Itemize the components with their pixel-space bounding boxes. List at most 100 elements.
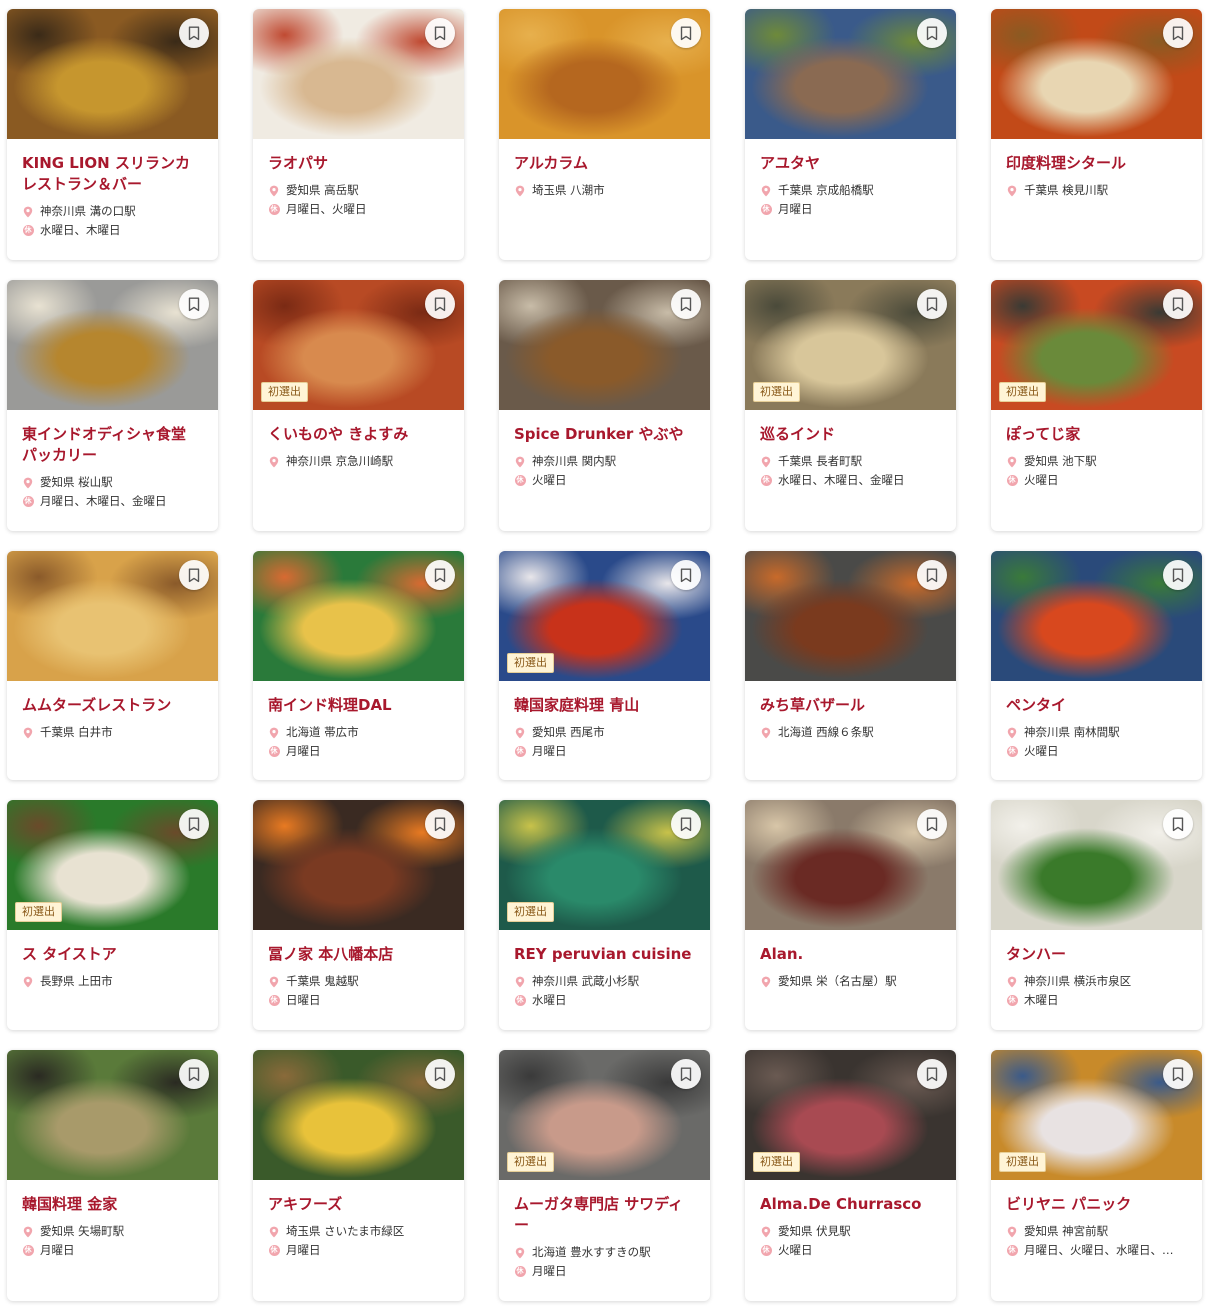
- restaurant-card[interactable]: 初選出 韓国家庭料理 青山 愛知県 西尾市休月曜日: [499, 551, 710, 780]
- bookmark-button[interactable]: [179, 560, 209, 590]
- restaurant-name[interactable]: ラオパサ: [268, 153, 450, 174]
- restaurant-photo[interactable]: 初選出: [745, 280, 956, 410]
- bookmark-button[interactable]: [425, 809, 455, 839]
- restaurant-card[interactable]: Alan. 愛知県 栄（名古屋）駅: [745, 800, 956, 1030]
- bookmark-button[interactable]: [425, 289, 455, 319]
- restaurant-card[interactable]: ペンタイ 神奈川県 南林間駅休火曜日: [991, 551, 1202, 780]
- restaurant-name[interactable]: アキフーズ: [268, 1194, 450, 1215]
- restaurant-card[interactable]: みち草バザール 北海道 西線６条駅: [745, 551, 956, 780]
- restaurant-card[interactable]: 印度料理シタール 千葉県 検見川駅: [991, 9, 1202, 260]
- restaurant-photo[interactable]: [745, 9, 956, 139]
- restaurant-name[interactable]: アユタヤ: [760, 153, 942, 174]
- restaurant-card[interactable]: KING LION スリランカレストラン＆バー 神奈川県 溝の口駅休水曜日、木曜日: [7, 9, 218, 260]
- restaurant-photo[interactable]: [745, 800, 956, 930]
- restaurant-name[interactable]: 東インドオディシャ食堂 パッカリー: [22, 424, 204, 466]
- restaurant-name[interactable]: ぽってじ家: [1006, 424, 1188, 445]
- restaurant-name[interactable]: ペンタイ: [1006, 695, 1188, 716]
- restaurant-photo[interactable]: [7, 280, 218, 410]
- restaurant-name[interactable]: Spice Drunker やぶや: [514, 424, 696, 445]
- restaurant-card[interactable]: 韓国料理 金家 愛知県 矢場町駅休月曜日: [7, 1050, 218, 1301]
- restaurant-card[interactable]: 初選出 ムーガタ専門店 サワディー 北海道 豊水すすきの駅休月曜日: [499, 1050, 710, 1301]
- restaurant-card[interactable]: 南インド料理DAL 北海道 帯広市休月曜日: [253, 551, 464, 780]
- bookmark-button[interactable]: [425, 560, 455, 590]
- restaurant-name[interactable]: みち草バザール: [760, 695, 942, 716]
- restaurant-photo[interactable]: [253, 9, 464, 139]
- restaurant-card[interactable]: 冨ノ家 本八幡本店 千葉県 鬼越駅休日曜日: [253, 800, 464, 1030]
- restaurant-photo[interactable]: 初選出: [499, 551, 710, 681]
- restaurant-photo[interactable]: [745, 551, 956, 681]
- restaurant-photo[interactable]: 初選出: [499, 1050, 710, 1180]
- restaurant-name[interactable]: 冨ノ家 本八幡本店: [268, 944, 450, 965]
- restaurant-photo[interactable]: [253, 1050, 464, 1180]
- restaurant-card[interactable]: 初選出 ぽってじ家 愛知県 池下駅休火曜日: [991, 280, 1202, 531]
- bookmark-button[interactable]: [179, 809, 209, 839]
- restaurant-photo[interactable]: 初選出: [745, 1050, 956, 1180]
- bookmark-button[interactable]: [1163, 809, 1193, 839]
- restaurant-photo[interactable]: 初選出: [7, 800, 218, 930]
- restaurant-name[interactable]: 巡るインド: [760, 424, 942, 445]
- bookmark-button[interactable]: [179, 289, 209, 319]
- restaurant-photo[interactable]: [7, 1050, 218, 1180]
- restaurant-name[interactable]: アルカラム: [514, 153, 696, 174]
- restaurant-name[interactable]: Alan.: [760, 944, 942, 965]
- restaurant-name[interactable]: ス タイストア: [22, 944, 204, 965]
- restaurant-card[interactable]: ラオパサ 愛知県 高岳駅休月曜日、火曜日: [253, 9, 464, 260]
- bookmark-button[interactable]: [917, 289, 947, 319]
- restaurant-card[interactable]: 初選出 REY peruvian cuisine 神奈川県 武蔵小杉駅休水曜日: [499, 800, 710, 1030]
- bookmark-button[interactable]: [425, 18, 455, 48]
- restaurant-photo[interactable]: [7, 551, 218, 681]
- restaurant-photo[interactable]: [991, 551, 1202, 681]
- restaurant-name[interactable]: KING LION スリランカレストラン＆バー: [22, 153, 204, 195]
- restaurant-photo[interactable]: [7, 9, 218, 139]
- restaurant-name[interactable]: 韓国料理 金家: [22, 1194, 204, 1215]
- restaurant-card[interactable]: 東インドオディシャ食堂 パッカリー 愛知県 桜山駅休月曜日、木曜日、金曜日: [7, 280, 218, 531]
- restaurant-card[interactable]: ムムターズレストラン 千葉県 白井市: [7, 551, 218, 780]
- restaurant-card[interactable]: タンハー 神奈川県 横浜市泉区休木曜日: [991, 800, 1202, 1030]
- restaurant-photo[interactable]: [253, 800, 464, 930]
- restaurant-photo[interactable]: [253, 551, 464, 681]
- restaurant-card[interactable]: アユタヤ 千葉県 京成船橋駅休月曜日: [745, 9, 956, 260]
- bookmark-button[interactable]: [671, 289, 701, 319]
- restaurant-name[interactable]: くいものや きよすみ: [268, 424, 450, 445]
- restaurant-card[interactable]: 初選出ス タイストア 長野県 上田市: [7, 800, 218, 1030]
- restaurant-name[interactable]: REY peruvian cuisine: [514, 944, 696, 965]
- restaurant-photo[interactable]: [499, 9, 710, 139]
- restaurant-name[interactable]: 南インド料理DAL: [268, 695, 450, 716]
- bookmark-button[interactable]: [671, 18, 701, 48]
- restaurant-name[interactable]: ムーガタ専門店 サワディー: [514, 1194, 696, 1236]
- bookmark-button[interactable]: [1163, 289, 1193, 319]
- restaurant-name[interactable]: 韓国家庭料理 青山: [514, 695, 696, 716]
- bookmark-button[interactable]: [671, 560, 701, 590]
- restaurant-photo[interactable]: 初選出: [499, 800, 710, 930]
- bookmark-button[interactable]: [671, 1059, 701, 1089]
- bookmark-button[interactable]: [917, 18, 947, 48]
- restaurant-card[interactable]: 初選出 Alma.De Churrasco 愛知県 伏見駅休火曜日: [745, 1050, 956, 1301]
- restaurant-card[interactable]: アルカラム 埼玉県 八潮市: [499, 9, 710, 260]
- restaurant-card[interactable]: アキフーズ 埼玉県 さいたま市緑区休月曜日: [253, 1050, 464, 1301]
- restaurant-name[interactable]: ビリヤニ パニック: [1006, 1194, 1188, 1215]
- bookmark-button[interactable]: [917, 560, 947, 590]
- restaurant-photo[interactable]: 初選出: [991, 280, 1202, 410]
- restaurant-name[interactable]: ムムターズレストラン: [22, 695, 204, 716]
- bookmark-button[interactable]: [917, 1059, 947, 1089]
- bookmark-button[interactable]: [917, 809, 947, 839]
- restaurant-photo[interactable]: 初選出: [253, 280, 464, 410]
- restaurant-name[interactable]: 印度料理シタール: [1006, 153, 1188, 174]
- bookmark-button[interactable]: [179, 18, 209, 48]
- bookmark-button[interactable]: [671, 809, 701, 839]
- restaurant-photo[interactable]: [991, 9, 1202, 139]
- restaurant-name[interactable]: Alma.De Churrasco: [760, 1194, 942, 1215]
- bookmark-button[interactable]: [1163, 560, 1193, 590]
- restaurant-card[interactable]: 初選出 巡るインド 千葉県 長者町駅休水曜日、木曜日、金曜日: [745, 280, 956, 531]
- restaurant-photo[interactable]: 初選出: [991, 1050, 1202, 1180]
- restaurant-card[interactable]: 初選出 ビリヤニ パニック 愛知県 神宮前駅休月曜日、火曜日、水曜日、…: [991, 1050, 1202, 1301]
- restaurant-photo[interactable]: [991, 800, 1202, 930]
- restaurant-card[interactable]: Spice Drunker やぶや 神奈川県 関内駅休火曜日: [499, 280, 710, 531]
- restaurant-card[interactable]: 初選出 くいものや きよすみ 神奈川県 京急川崎駅: [253, 280, 464, 531]
- bookmark-button[interactable]: [425, 1059, 455, 1089]
- restaurant-photo[interactable]: [499, 280, 710, 410]
- restaurant-name[interactable]: タンハー: [1006, 944, 1188, 965]
- bookmark-button[interactable]: [179, 1059, 209, 1089]
- bookmark-button[interactable]: [1163, 1059, 1193, 1089]
- bookmark-button[interactable]: [1163, 18, 1193, 48]
